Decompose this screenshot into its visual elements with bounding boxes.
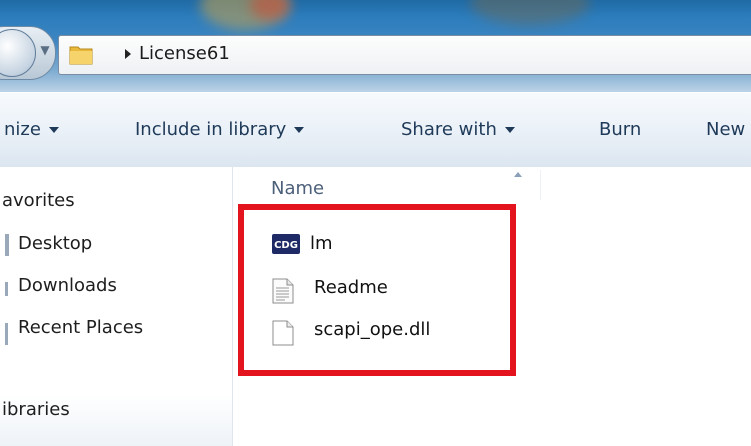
nav-item-downloads[interactable]: Downloads: [18, 275, 117, 296]
address-bar[interactable]: License61: [58, 35, 751, 75]
share-with-label: Share with: [401, 119, 497, 140]
column-divider[interactable]: [540, 170, 541, 200]
command-toolbar: nize Include in library Share with Burn …: [0, 92, 751, 168]
folder-icon: [69, 46, 93, 65]
downloads-icon: [5, 282, 8, 296]
nav-group-libraries[interactable]: ibraries: [2, 399, 70, 420]
breadcrumb-license61[interactable]: License61: [139, 43, 230, 64]
dropdown-arrow-icon: [504, 127, 515, 133]
burn-button[interactable]: Burn: [599, 119, 641, 140]
share-with-button[interactable]: Share with: [401, 119, 515, 140]
dropdown-arrow-icon: [48, 127, 59, 133]
sort-ascending-icon: [514, 172, 522, 177]
nav-item-recent-places[interactable]: Recent Places: [18, 317, 143, 338]
nav-item-desktop[interactable]: Desktop: [18, 233, 92, 254]
desktop-icon: [5, 234, 9, 256]
dropdown-arrow-icon: [294, 127, 305, 133]
recent-places-icon: [5, 323, 8, 345]
background-blur: [470, 0, 590, 25]
history-dropdown-icon[interactable]: ▼: [37, 40, 53, 60]
include-in-library-button[interactable]: Include in library: [135, 119, 305, 140]
organize-label: nize: [4, 119, 41, 140]
column-header-name[interactable]: Name: [271, 178, 324, 199]
organize-button[interactable]: nize: [4, 119, 59, 140]
nav-group-favorites[interactable]: avorites: [2, 190, 75, 211]
window-titlebar: ▼ License61: [0, 0, 751, 92]
new-folder-button[interactable]: New: [706, 119, 745, 140]
include-in-library-label: Include in library: [135, 119, 287, 140]
breadcrumb-arrow-icon[interactable]: [123, 48, 133, 60]
highlight-box: [238, 204, 516, 376]
